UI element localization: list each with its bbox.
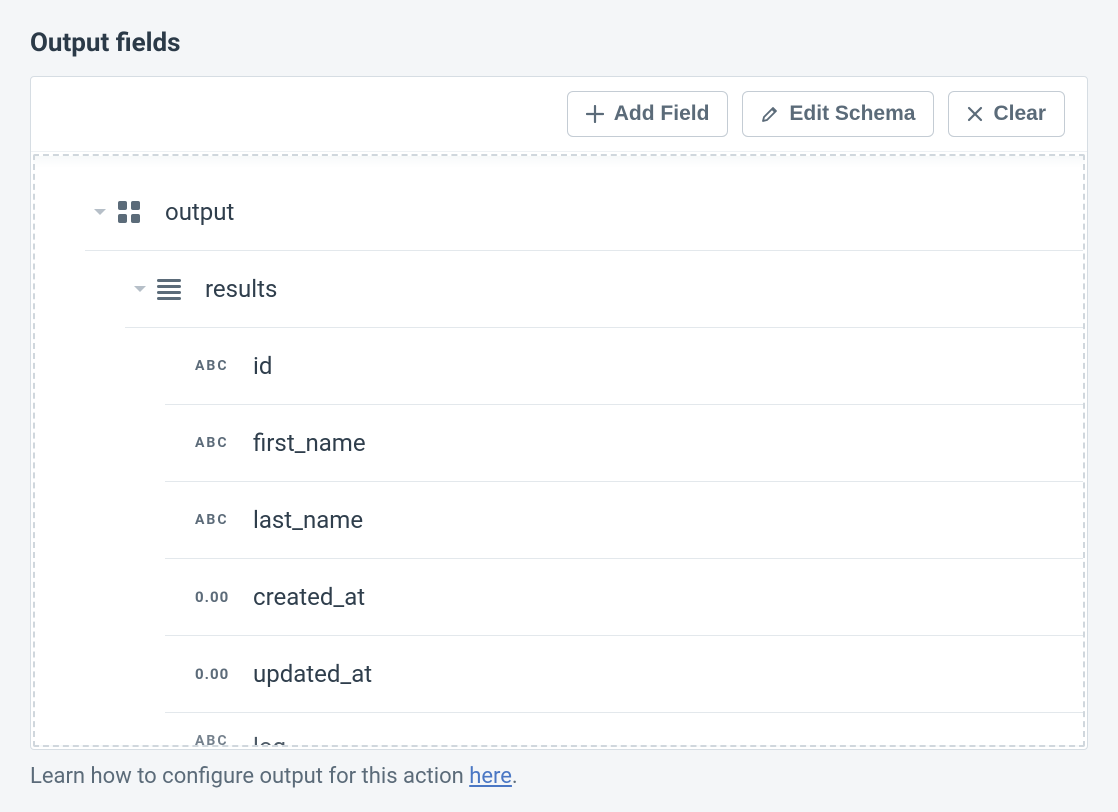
schema-row-field[interactable]: 0.00 created_at [35,559,1083,636]
clear-label: Clear [993,102,1046,126]
schema-row-field[interactable]: ABC first_name [35,405,1083,482]
object-icon [115,198,165,226]
field-name: id [253,352,272,380]
field-name: log [253,733,286,745]
close-icon [967,106,983,122]
type-number-icon: 0.00 [195,665,253,683]
section-title: Output fields [30,28,1088,58]
caption-after: . [512,764,518,789]
schema-row-field[interactable]: ABC id [35,328,1083,405]
pencil-icon [761,105,779,123]
output-fields-card: Add Field Edit Schema Clear [30,76,1088,750]
chevron-down-icon[interactable] [85,207,115,217]
edit-schema-button[interactable]: Edit Schema [742,91,934,137]
toolbar: Add Field Edit Schema Clear [31,77,1087,152]
add-field-label: Add Field [614,102,710,126]
field-name: first_name [253,429,366,457]
field-name: created_at [253,583,365,611]
type-number-icon: 0.00 [195,588,253,606]
help-caption: Learn how to configure output for this a… [30,764,1088,789]
schema-row-field[interactable]: 0.00 updated_at [35,636,1083,713]
field-name: results [205,275,277,303]
field-name: output [165,198,234,226]
schema-row-results[interactable]: results [35,251,1083,328]
type-string-icon: ABC [195,733,253,745]
edit-schema-label: Edit Schema [789,102,915,126]
plus-icon [586,105,604,123]
type-string-icon: ABC [195,512,253,528]
field-name: updated_at [253,660,372,688]
schema-row-field[interactable]: ABC log [35,713,1083,745]
clear-button[interactable]: Clear [948,91,1065,137]
list-icon [155,277,205,301]
schema-area: output [33,154,1085,747]
caption-text: Learn how to configure output for this a… [30,764,469,789]
schema-row-field[interactable]: ABC last_name [35,482,1083,559]
chevron-down-icon[interactable] [125,284,155,294]
type-string-icon: ABC [195,435,253,451]
schema-row-output[interactable]: output [35,174,1083,251]
add-field-button[interactable]: Add Field [567,91,729,137]
help-link[interactable]: here [469,764,512,789]
type-string-icon: ABC [195,358,253,374]
field-name: last_name [253,506,363,534]
